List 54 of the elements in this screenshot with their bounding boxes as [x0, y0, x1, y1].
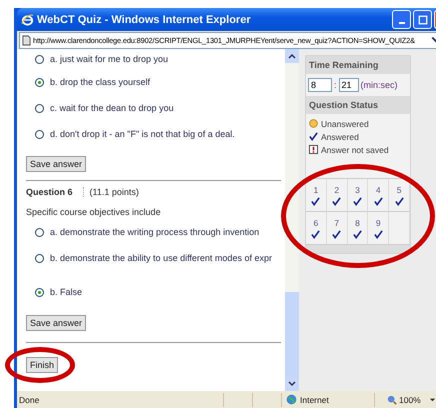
- save-answer-button[interactable]: Save answer: [26, 315, 86, 331]
- radio-button[interactable]: [35, 54, 44, 64]
- panel-heading: Question Status: [306, 96, 410, 114]
- scrollbar[interactable]: [285, 49, 299, 391]
- radio-button[interactable]: [35, 228, 44, 236]
- time-separator: :: [334, 80, 337, 90]
- scroll-thumb[interactable]: [285, 292, 299, 377]
- legend-label: Unanswered: [321, 118, 369, 128]
- option-label: b. False: [50, 287, 82, 297]
- radio-button[interactable]: [35, 104, 44, 112]
- option-label: a. just wait for me to drop you: [50, 54, 168, 64]
- maximize-button[interactable]: [413, 10, 432, 29]
- save-answer-button[interactable]: Save answer: [26, 156, 86, 172]
- option-label: b. drop the class yourself: [50, 77, 150, 87]
- finish-button[interactable]: Finish: [26, 357, 58, 373]
- seconds-field[interactable]: 21: [338, 78, 359, 92]
- minimize-icon: [398, 22, 404, 24]
- question-status-cell[interactable]: 3: [348, 179, 368, 212]
- circle-icon: [309, 119, 318, 128]
- radio-button[interactable]: [35, 288, 44, 296]
- globe-icon: [286, 394, 297, 405]
- option-label: c. wait for the dean to drop you: [50, 103, 174, 113]
- question-status-cell[interactable]: 2: [326, 179, 348, 212]
- question-title: Question 6: [26, 187, 73, 197]
- maximize-icon: [418, 14, 428, 24]
- option-label: d. don't drop it - an "F" is not that big of a deal.: [50, 129, 235, 139]
- option-label: a. demonstrate the writing process through invention: [50, 227, 260, 237]
- question-status-cell[interactable]: 5: [389, 179, 410, 212]
- radio-button[interactable]: [35, 254, 44, 262]
- annotation-circle: [4, 347, 74, 383]
- browser-logo-icon: [21, 12, 34, 26]
- option-label: b. demonstrate the ability to use different modes of expr: [50, 253, 272, 263]
- minutes-field[interactable]: 8: [308, 78, 332, 92]
- minimize-button[interactable]: [392, 10, 411, 29]
- security-zone: Internet: [300, 394, 329, 404]
- radio-button[interactable]: [35, 78, 44, 86]
- window-title: WebCT Quiz - Windows Internet Explorer: [37, 14, 251, 26]
- status-text: Done: [18, 394, 40, 404]
- legend-label: Answer not saved: [321, 144, 389, 154]
- legend-label: Answered: [321, 132, 359, 142]
- question-prompt: Specific course objectives include: [25, 207, 161, 217]
- scroll-down-icon[interactable]: [285, 377, 299, 391]
- panel-heading: Time Remaining: [306, 56, 410, 74]
- question-points: (11.1 points): [82, 187, 139, 197]
- zoom-control[interactable]: 100%: [374, 392, 436, 406]
- warning-icon: [309, 145, 318, 154]
- magnifier-icon: [387, 394, 397, 404]
- scroll-up-icon[interactable]: [285, 49, 299, 63]
- question-status-cell[interactable]: 4: [368, 179, 390, 212]
- question-status-cell[interactable]: 1: [306, 179, 327, 212]
- time-unit: (min:sec): [360, 80, 398, 90]
- page-icon: [22, 34, 31, 46]
- check-icon: [309, 132, 318, 141]
- radio-button[interactable]: [35, 130, 44, 138]
